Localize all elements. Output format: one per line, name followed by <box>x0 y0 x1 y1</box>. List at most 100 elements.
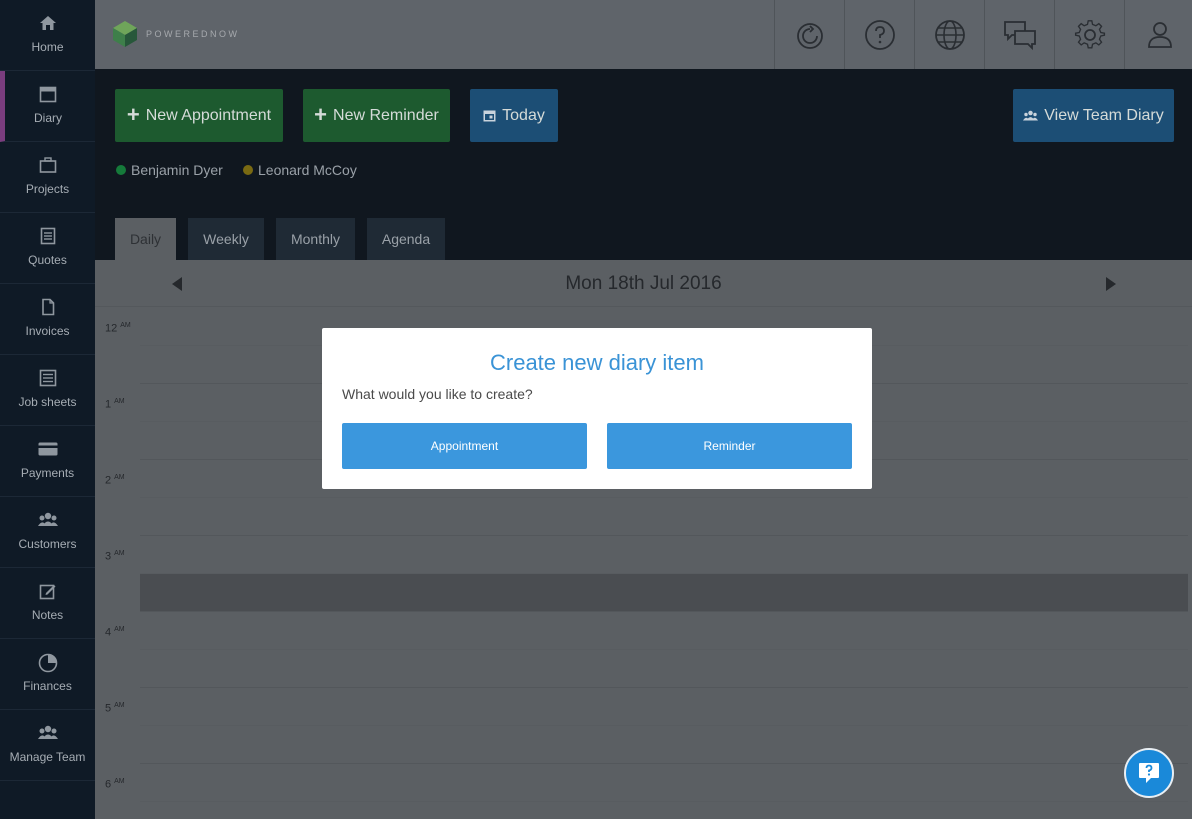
invoice-icon <box>0 298 95 316</box>
tab-daily[interactable]: Daily <box>115 218 176 260</box>
today-button[interactable]: Today <box>470 89 558 142</box>
sidebar-item-label: Notes <box>31 608 64 622</box>
card-icon <box>0 440 95 458</box>
refresh-icon <box>796 22 823 49</box>
sidebar-item-invoices[interactable]: Invoices <box>0 284 95 355</box>
help-chat-button[interactable] <box>1124 748 1174 798</box>
quote-icon <box>0 227 95 245</box>
staff-color-dot <box>243 165 253 175</box>
team-small-icon <box>1023 110 1039 120</box>
language-button[interactable] <box>914 0 984 69</box>
new-reminder-label: New Reminder <box>333 106 439 124</box>
briefcase-icon <box>0 156 95 174</box>
tab-label: Agenda <box>381 231 431 247</box>
current-time-slot[interactable] <box>140 574 1188 612</box>
hour-label: 12 AM <box>105 322 131 335</box>
profile-button[interactable] <box>1124 0 1192 69</box>
team-icon <box>0 724 95 742</box>
create-diary-item-dialog: Create new diary item What would you lik… <box>322 328 872 489</box>
tab-monthly[interactable]: Monthly <box>276 218 355 260</box>
appointment-button[interactable]: Appointment <box>342 423 587 469</box>
view-team-diary-button[interactable]: View Team Diary <box>1013 89 1174 142</box>
logo[interactable]: POWEREDNOW <box>112 20 240 48</box>
settings-icon <box>1074 19 1105 48</box>
logo-text: POWEREDNOW <box>146 29 240 39</box>
sidebar-item-label: Payments <box>20 466 75 480</box>
next-day-arrow-icon[interactable] <box>1106 277 1116 291</box>
chat-icon <box>1003 20 1036 50</box>
calendar-date-title: Mon 18th Jul 2016 <box>565 273 722 294</box>
half-hour-line <box>140 649 1188 650</box>
users-icon <box>0 511 95 529</box>
sidebar-item-label: Invoices <box>25 324 70 338</box>
sidebar: Home Diary Projects Quotes Invoices Job … <box>0 0 95 819</box>
sidebar-item-label: Diary <box>33 111 62 125</box>
staff-filter-benjamin[interactable]: Benjamin Dyer <box>116 162 223 178</box>
tab-label: Monthly <box>290 231 341 247</box>
hour-line <box>140 687 1188 688</box>
help-button[interactable] <box>844 0 914 69</box>
sidebar-item-label: Projects <box>25 182 70 196</box>
half-hour-line <box>140 725 1188 726</box>
user-icon <box>1147 21 1172 48</box>
sidebar-item-label: Home <box>31 40 64 54</box>
tab-label: Daily <box>129 231 162 247</box>
sidebar-item-job-sheets[interactable]: Job sheets <box>0 355 95 426</box>
plus-icon: + <box>126 101 140 127</box>
sidebar-item-quotes[interactable]: Quotes <box>0 213 95 284</box>
sidebar-item-diary[interactable]: Diary <box>0 71 95 142</box>
new-reminder-button[interactable]: + New Reminder <box>303 89 450 142</box>
help-chat-icon <box>1139 763 1159 783</box>
sidebar-item-manage-team[interactable]: Manage Team <box>0 710 95 781</box>
sidebar-item-home[interactable]: Home <box>0 0 95 71</box>
hour-line <box>140 535 1188 536</box>
sidebar-item-label: Quotes <box>28 253 67 267</box>
hour-label: 3 AM <box>105 550 125 563</box>
dialog-question: What would you like to create? <box>342 386 533 402</box>
tab-agenda[interactable]: Agenda <box>367 218 445 260</box>
home-icon <box>0 14 95 32</box>
staff-name: Benjamin Dyer <box>131 162 223 178</box>
hour-label: 2 AM <box>105 474 125 487</box>
plus-icon: + <box>314 101 328 127</box>
hour-label: 1 AM <box>105 398 125 411</box>
chat-button[interactable] <box>984 0 1054 69</box>
diary-header: + New Appointment + New Reminder Today V… <box>95 69 1192 260</box>
list-icon <box>0 369 95 387</box>
hour-label: 4 AM <box>105 626 125 639</box>
staff-color-dot <box>116 165 126 175</box>
calendar-icon <box>3 85 93 103</box>
staff-filter-leonard[interactable]: Leonard McCoy <box>243 162 357 178</box>
tab-label: Weekly <box>203 231 249 247</box>
half-hour-line <box>140 801 1188 802</box>
sidebar-item-label: Manage Team <box>9 750 86 764</box>
edit-icon <box>0 582 95 600</box>
hour-label: 6 AM <box>105 778 125 791</box>
refresh-button[interactable] <box>774 0 844 69</box>
sidebar-item-label: Finances <box>23 679 72 693</box>
sidebar-item-projects[interactable]: Projects <box>0 142 95 213</box>
today-label: Today <box>502 106 545 124</box>
sidebar-item-payments[interactable]: Payments <box>0 426 95 497</box>
new-appointment-button[interactable]: + New Appointment <box>115 89 283 142</box>
hour-line <box>140 611 1188 612</box>
hour-label: 5 AM <box>105 702 125 715</box>
logo-icon <box>113 21 137 47</box>
sidebar-item-label: Customers <box>18 537 77 551</box>
reminder-button[interactable]: Reminder <box>607 423 852 469</box>
sidebar-item-notes[interactable]: Notes <box>0 568 95 639</box>
help-icon <box>864 19 895 50</box>
view-team-diary-label: View Team Diary <box>1044 106 1164 124</box>
hour-line <box>140 763 1188 764</box>
half-hour-line <box>140 573 1188 574</box>
settings-button[interactable] <box>1054 0 1124 69</box>
pie-chart-icon <box>0 653 95 673</box>
globe-icon <box>934 19 965 50</box>
top-bar: POWEREDNOW <box>95 0 1192 69</box>
new-appointment-label: New Appointment <box>145 106 272 124</box>
sidebar-item-finances[interactable]: Finances <box>0 639 95 710</box>
calendar-small-icon <box>483 110 496 122</box>
sidebar-item-customers[interactable]: Customers <box>0 497 95 568</box>
half-hour-line <box>140 497 1188 498</box>
tab-weekly[interactable]: Weekly <box>188 218 264 260</box>
